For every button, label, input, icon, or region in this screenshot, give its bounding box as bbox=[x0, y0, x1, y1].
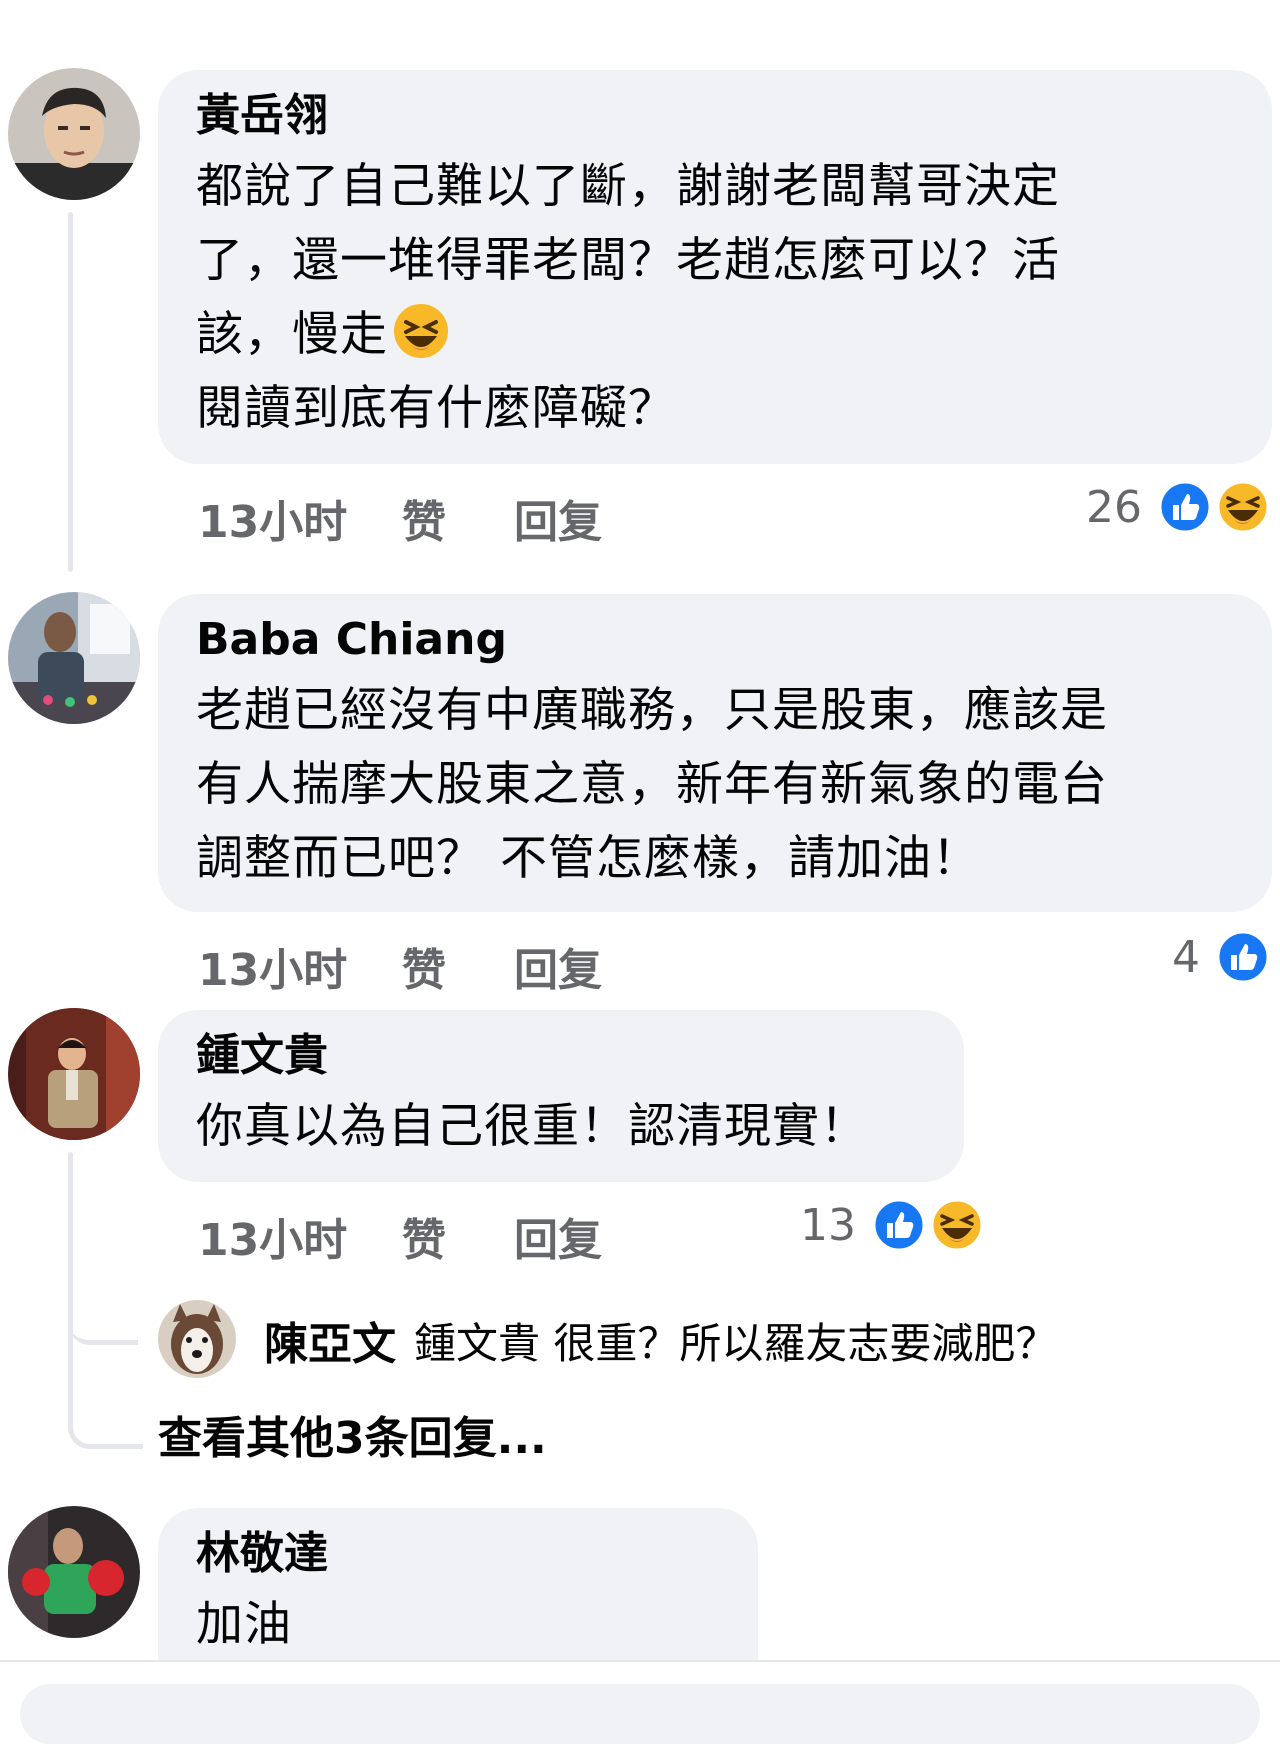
reply-author[interactable]: 陳亞文 bbox=[264, 1308, 396, 1372]
reaction-count: 4 bbox=[1172, 931, 1200, 983]
comment-author[interactable]: 鍾文貴 bbox=[196, 1030, 926, 1082]
reply-row: 陳亞文 鍾文貴 很重？所以羅友志要減肥？ bbox=[264, 1312, 1058, 1371]
view-more-replies-link[interactable]: 查看其他3条回复... bbox=[158, 1402, 547, 1466]
reaction-summary[interactable]: 26 bbox=[1086, 480, 1270, 534]
comment-bubble: 鍾文貴 你真以為自己很重！認清現實！ bbox=[158, 1010, 964, 1182]
comment-time[interactable]: 13小时 bbox=[198, 486, 347, 550]
comment-text-line: 調整而已吧？ 不管怎麼樣，請加油！ bbox=[196, 831, 980, 886]
reaction-count: 13 bbox=[800, 1199, 856, 1251]
avatar[interactable] bbox=[8, 592, 140, 724]
comment-text-segment: 該，慢走 bbox=[196, 307, 388, 362]
comment-text: 加油 bbox=[196, 1588, 720, 1662]
comment-text-line: 了，還一堆得罪老闆？老趙怎麼可以？活 bbox=[196, 233, 1060, 288]
laughing-emoji-icon bbox=[392, 302, 450, 360]
avatar[interactable] bbox=[8, 1008, 140, 1140]
reply-button[interactable]: 回复 bbox=[514, 1204, 602, 1268]
avatar[interactable] bbox=[8, 68, 140, 200]
avatar-photo bbox=[158, 1300, 236, 1378]
thread-branch bbox=[68, 1300, 143, 1449]
comment-text: 都說了自己難以了斷，謝謝老闆幫哥決定 了，還一堆得罪老闆？老趙怎麼可以？活 該，… bbox=[196, 150, 1234, 446]
comment-time[interactable]: 13小时 bbox=[198, 934, 347, 998]
comment-text-line: 都說了自己難以了斷，謝謝老闆幫哥決定 bbox=[196, 159, 1060, 214]
like-button[interactable]: 赞 bbox=[402, 486, 446, 550]
avatar-photo bbox=[8, 1008, 140, 1140]
avatar-photo bbox=[8, 68, 140, 200]
comment-time[interactable]: 13小时 bbox=[198, 1204, 347, 1268]
like-icon bbox=[872, 1198, 926, 1252]
reaction-count: 26 bbox=[1086, 481, 1142, 533]
comment-bubble: 黃岳翎 都說了自己難以了斷，謝謝老闆幫哥決定 了，還一堆得罪老闆？老趙怎麼可以？… bbox=[158, 70, 1272, 464]
reply-button[interactable]: 回复 bbox=[514, 486, 602, 550]
comment-actions: 13小时 赞 回复 bbox=[198, 934, 698, 996]
like-button[interactable]: 赞 bbox=[402, 1204, 446, 1268]
comment-actions: 13小时 赞 回复 bbox=[198, 1204, 698, 1266]
like-icon bbox=[1158, 480, 1212, 534]
comment-bubble: Baba Chiang 老趙已經沒有中廣職務，只是股東，應該是 有人揣摩大股東之… bbox=[158, 594, 1272, 912]
comment-text-line: 閱讀到底有什麼障礙？ bbox=[196, 381, 676, 436]
reply-button[interactable]: 回复 bbox=[514, 934, 602, 998]
reaction-summary[interactable]: 4 bbox=[1172, 930, 1270, 984]
comment-author[interactable]: Baba Chiang bbox=[196, 614, 1234, 666]
like-icon bbox=[1216, 930, 1270, 984]
like-button[interactable]: 赞 bbox=[402, 934, 446, 998]
avatar-photo bbox=[8, 1506, 140, 1638]
avatar[interactable] bbox=[8, 1506, 140, 1638]
comment-text: 你真以為自己很重！認清現實！ bbox=[196, 1090, 926, 1164]
avatar-photo bbox=[8, 592, 140, 724]
comment-text-line: 老趙已經沒有中廣職務，只是股東，應該是 bbox=[196, 683, 1108, 738]
comment-text-line: 該，慢走 bbox=[196, 298, 1234, 372]
comment-text-line: 加油 bbox=[196, 1597, 292, 1652]
haha-icon bbox=[1216, 480, 1270, 534]
reply-avatar[interactable] bbox=[158, 1300, 236, 1378]
haha-icon bbox=[930, 1198, 984, 1252]
comment-text-line: 你真以為自己很重！認清現實！ bbox=[196, 1099, 868, 1154]
thread-line bbox=[68, 212, 73, 572]
comment-text-line: 有人揣摩大股東之意，新年有新氣象的電台 bbox=[196, 757, 1108, 812]
comment-author[interactable]: 黃岳翎 bbox=[196, 90, 1234, 142]
comment-input-area[interactable] bbox=[20, 1684, 1260, 1744]
reaction-summary[interactable]: 13 bbox=[800, 1198, 984, 1252]
comment-text: 老趙已經沒有中廣職務，只是股東，應該是 有人揣摩大股東之意，新年有新氣象的電台 … bbox=[196, 674, 1234, 896]
comment-author[interactable]: 林敬達 bbox=[196, 1528, 720, 1580]
comment-actions: 13小时 赞 回复 bbox=[198, 486, 698, 548]
reply-text: 鍾文貴 很重？所以羅友志要減肥？ bbox=[414, 1318, 1058, 1368]
